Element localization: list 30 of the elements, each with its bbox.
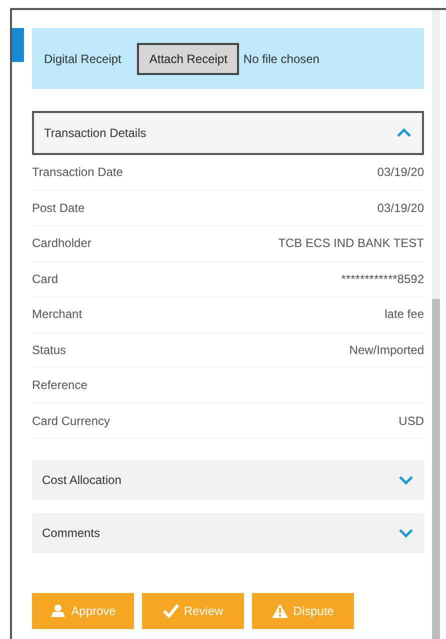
field-value: TCB ECS IND BANK TEST — [278, 235, 424, 252]
checkmark-icon — [162, 604, 179, 618]
file-status: No file chosen — [243, 50, 320, 68]
warning-icon — [272, 604, 288, 618]
attach-receipt-button[interactable]: Attach Receipt — [137, 42, 240, 74]
field-label: Card Currency — [32, 412, 110, 430]
field-label: Card — [32, 270, 58, 288]
field-label: Post Date — [32, 200, 85, 217]
receipt-label: Digital Receipt — [44, 50, 122, 68]
field-label: Cardholder — [32, 235, 92, 252]
field-value: 03/19/20 — [377, 164, 424, 182]
scrollbar-thumb[interactable] — [432, 299, 440, 639]
section-header[interactable]: Transaction Details — [32, 111, 424, 155]
person-icon — [50, 604, 66, 618]
chevron-down-icon — [398, 475, 414, 485]
field-value: late fee — [384, 306, 424, 324]
field-value: USD — [398, 412, 424, 430]
field-label: Merchant — [32, 306, 82, 324]
field-label: Reference — [32, 377, 88, 394]
field-label: Status — [32, 342, 66, 359]
section-header[interactable]: Cost Allocation — [32, 460, 424, 500]
chevron-up-icon — [396, 128, 412, 138]
side-tab[interactable] — [12, 28, 24, 62]
field-value: New/Imported — [349, 342, 424, 359]
field-value: 03/19/20 — [377, 200, 424, 217]
field-label: Transaction Date — [32, 164, 123, 182]
field-value: ************8592 — [341, 270, 424, 288]
chevron-down-icon — [398, 528, 414, 538]
section-header[interactable]: Comments — [32, 513, 424, 553]
scrollbar[interactable] — [432, 10, 440, 639]
